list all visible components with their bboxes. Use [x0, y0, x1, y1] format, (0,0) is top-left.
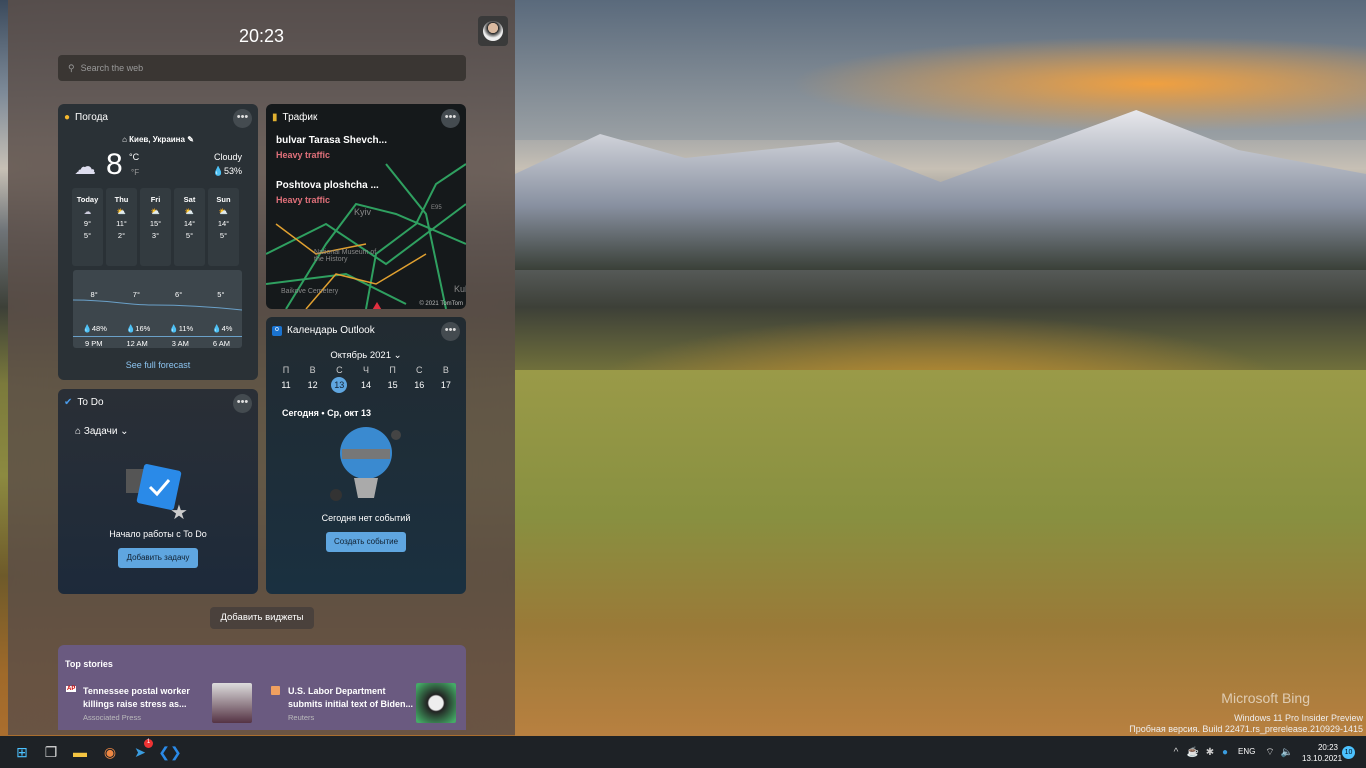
map-copyright: © 2021 TomTom	[419, 301, 463, 307]
weather-widget[interactable]: ● Погода ••• ⌂ Киев, Украина ✎ ☁ 8 °C °F …	[58, 104, 258, 380]
calendar-date[interactable]: 16	[411, 380, 427, 393]
weather-location[interactable]: ⌂ Киев, Украина ✎	[58, 135, 258, 144]
file-explorer-icon[interactable]: ▬	[70, 742, 90, 762]
reuters-logo	[271, 686, 280, 695]
traffic-status: Heavy traffic	[276, 150, 331, 160]
calendar-date[interactable]: 14	[358, 380, 374, 393]
ap-logo: AP	[66, 686, 77, 692]
build-line-1: Windows 11 Pro Insider Preview	[1234, 713, 1363, 723]
month-selector[interactable]: Октябрь 2021 ⌄	[266, 350, 466, 361]
widgets-panel: 20:23 ⚲ Search the web ● Погода ••• ⌂ Киев…	[8, 0, 515, 735]
weather-title: Погода	[75, 112, 108, 123]
telegram-icon[interactable]: ➤ 1	[130, 739, 153, 762]
taskbar: ⊞ ❐ ▬ ◉ ➤ 1 ❮❯ ^ ☕ ✱ ● ENG ⌔ 🔈 20:23 13.10…	[0, 736, 1366, 768]
see-full-forecast-link[interactable]: See full forecast	[58, 360, 258, 370]
weather-sun-icon: ●	[64, 112, 71, 123]
add-task-button[interactable]: Добавить задачу	[118, 548, 198, 568]
start-button[interactable]: ⊞	[12, 742, 32, 762]
telegram-badge: 1	[144, 739, 153, 748]
traffic-road[interactable]: bulvar Tarasa Shevch...	[276, 135, 387, 146]
current-temp: 8	[106, 148, 123, 181]
story-thumbnail	[416, 683, 456, 723]
bing-watermark: Microsoft Bing	[1221, 690, 1310, 706]
search-input[interactable]: ⚲ Search the web	[58, 55, 466, 81]
wallpaper-field	[515, 370, 1366, 736]
task-view-button[interactable]: ❐	[41, 742, 61, 762]
avatar[interactable]	[478, 16, 508, 46]
weekday: В	[442, 365, 449, 375]
cloud-icon: ☁	[74, 154, 96, 179]
top-stories-title: Top stories	[65, 659, 113, 669]
search-placeholder: Search the web	[80, 63, 144, 73]
weekday: Ч	[362, 365, 369, 375]
weekday: П	[282, 365, 290, 375]
forecast-day[interactable]: Thu ⛅ 11° 2°	[106, 188, 137, 266]
todo-check-icon: ✔	[64, 397, 73, 408]
todo-start-text: Начало работы с To Do	[109, 529, 207, 539]
calendar-date[interactable]: 17	[438, 380, 454, 393]
notification-badge[interactable]: 10	[1342, 746, 1355, 759]
weekday: В	[309, 365, 316, 375]
widgets-time: 20:23	[238, 26, 285, 46]
balloon-illustration	[330, 427, 401, 501]
unit-celsius[interactable]: °C	[129, 152, 139, 162]
weather-condition: Cloudy	[213, 152, 242, 162]
humidity: 💧53%	[212, 166, 242, 176]
create-event-button[interactable]: Создать событие	[326, 532, 406, 552]
traffic-widget[interactable]: ▮ Трафик ••• bulvar Tarasa Shevch... Heav…	[266, 104, 466, 309]
story-item[interactable]: U.S. Labor Department submits initial tex…	[271, 683, 461, 725]
traffic-light-icon: ▮	[272, 112, 278, 123]
task-list-selector[interactable]: ⌂ Задачи ⌄	[70, 422, 134, 442]
forecast-day[interactable]: Today ☁ 9° 5°	[72, 188, 103, 266]
build-line-2: Пробная версия. Build 22471.rs_prereleas…	[1129, 724, 1363, 734]
vscode-icon[interactable]: ❮❯	[158, 742, 181, 762]
language-indicator[interactable]: ENG	[1238, 747, 1255, 756]
calendar-date[interactable]: 12	[305, 380, 321, 393]
story-item[interactable]: AP Tennessee postal worker killings raise…	[66, 683, 256, 725]
calendar-date[interactable]: 11	[278, 380, 294, 393]
calendar-title: Календарь Outlook	[287, 325, 375, 336]
more-options-button[interactable]: •••	[233, 394, 252, 413]
weekday: С	[336, 365, 343, 375]
road-badge: E95	[431, 205, 442, 211]
calendar-date-today[interactable]: 13	[331, 377, 348, 393]
svg-text:★: ★	[170, 502, 188, 523]
map-label: Kuk	[454, 284, 466, 294]
traffic-status: Heavy traffic	[276, 195, 331, 205]
traffic-road[interactable]: Poshtova ploshcha ...	[276, 180, 379, 191]
weekday: П	[389, 365, 396, 375]
wallpaper-sky	[515, 0, 1366, 140]
more-options-button[interactable]: •••	[441, 322, 460, 341]
todo-illustration: ★	[126, 464, 188, 523]
todo-widget[interactable]: ✔ To Do ••• ⌂ Задачи ⌄ ★ Начало работы с …	[58, 389, 258, 594]
daily-forecast: Today ☁ 9° 5° Thu ⛅ 11° 2° Fri ⛅ 15° 3° Sat ⛅ 14° 5°…	[72, 188, 239, 266]
map-label: Kyiv	[354, 207, 372, 217]
map-label: Baikove Cemetery	[281, 288, 339, 295]
calendar-date[interactable]: 15	[385, 380, 401, 393]
forecast-day[interactable]: Sat ⛅ 14° 5°	[174, 188, 205, 266]
add-widgets-button[interactable]: Добавить виджеты	[210, 607, 314, 629]
outlook-icon: o	[272, 325, 282, 336]
forecast-day[interactable]: Fri ⛅ 15° 3°	[140, 188, 171, 266]
search-icon: ⚲	[68, 62, 75, 73]
no-events-text: Сегодня нет событий	[321, 513, 411, 523]
todo-title: To Do	[77, 397, 104, 408]
forecast-day[interactable]: Sun ⛅ 14° 5°	[208, 188, 239, 266]
browser-icon[interactable]: ◉	[100, 742, 120, 762]
map-label: National Museum of the History	[314, 249, 377, 263]
weekday: С	[416, 365, 423, 375]
tray-telegram-icon[interactable]: ●	[1215, 742, 1235, 762]
hourly-forecast: 8° 7° 6° 5° 💧48% 💧16% 💧11% 💧4% 9 PM 12 AM 3 AM 6 …	[73, 270, 242, 348]
volume-icon[interactable]: 🔈	[1277, 742, 1297, 762]
top-stories: Top stories AP Tennessee postal worker ki…	[58, 645, 466, 730]
calendar-widget[interactable]: o Календарь Outlook ••• Октябрь 2021 ⌄ П В…	[266, 317, 466, 594]
unit-fahrenheit[interactable]: °F	[131, 168, 139, 177]
more-options-button[interactable]: •••	[441, 109, 460, 128]
story-thumbnail	[212, 683, 252, 723]
today-label: Сегодня • Ср, окт 13	[282, 408, 371, 418]
more-options-button[interactable]: •••	[233, 109, 252, 128]
traffic-title: Трафик	[282, 112, 318, 123]
clock[interactable]: 20:23 13.10.2021	[1302, 742, 1342, 764]
